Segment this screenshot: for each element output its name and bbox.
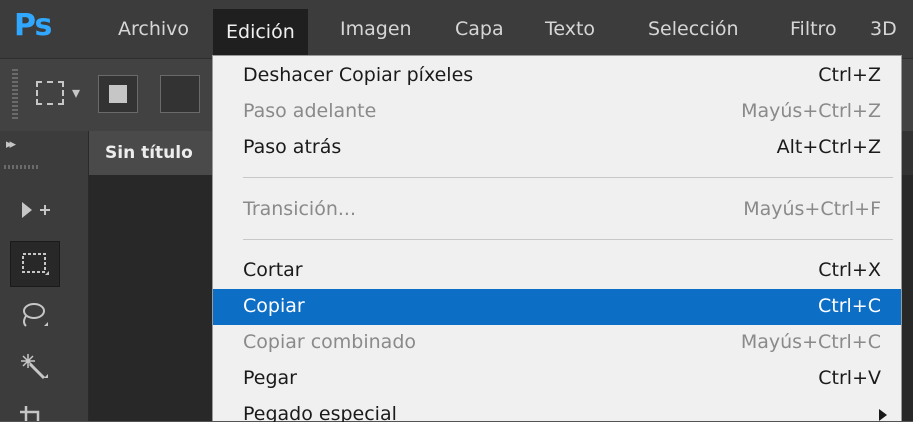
tools-panel: ▸▸ [0, 131, 89, 421]
marquee-tool-icon[interactable] [10, 241, 60, 287]
menu-item-shortcut: Alt+Ctrl+Z [776, 136, 881, 158]
menu-imagen[interactable]: Imagen [340, 18, 412, 40]
new-selection-button[interactable] [98, 75, 138, 113]
menu-item-copiar-combinado[interactable]: Copiar combinado Mayús+Ctrl+C [213, 325, 901, 361]
menu-texto[interactable]: Texto [545, 18, 595, 40]
chevron-down-icon[interactable]: ▾ [72, 83, 80, 102]
panel-grip[interactable] [4, 165, 40, 169]
menu-item-label: Transición... [243, 198, 356, 220]
menu-item-paso-atras[interactable]: Paso atrás Alt+Ctrl+Z [213, 130, 901, 166]
lasso-tool-icon[interactable] [10, 293, 60, 339]
menu-item-label: Paso adelante [243, 100, 377, 122]
add-selection-button[interactable] [160, 75, 200, 113]
magic-wand-tool-icon[interactable] [10, 345, 60, 391]
menu-item-copiar[interactable]: Copiar Ctrl+C [213, 289, 901, 325]
menu-filtro[interactable]: Filtro [790, 18, 837, 40]
collapse-panel-icon[interactable]: ▸▸ [6, 137, 16, 152]
menu-item-label: Pegado especial [243, 403, 397, 422]
menu-3d[interactable]: 3D [870, 18, 897, 40]
menu-item-paso-adelante[interactable]: Paso adelante Mayús+Ctrl+Z [213, 94, 901, 130]
menu-item-shortcut: Mayús+Ctrl+Z [741, 100, 881, 122]
menu-item-label: Cortar [243, 259, 303, 281]
menu-item-pegado-especial[interactable]: Pegado especial [213, 397, 901, 422]
menu-item-shortcut: Ctrl+C [818, 295, 881, 317]
menu-item-cortar[interactable]: Cortar Ctrl+X [213, 253, 901, 289]
edit-menu-dropdown: Deshacer Copiar píxeles Ctrl+Z Paso adel… [212, 55, 902, 422]
menu-item-label: Paso atrás [243, 136, 342, 158]
document-tab[interactable]: Sin título [89, 131, 219, 175]
menu-item-shortcut: Ctrl+Z [818, 64, 881, 86]
menu-item-label: Copiar combinado [243, 331, 417, 353]
menu-item-label: Pegar [243, 367, 297, 389]
menu-item-label: Copiar [243, 295, 305, 317]
submenu-arrow-icon [879, 409, 887, 421]
options-bar-grip[interactable] [12, 69, 18, 121]
menu-separator [243, 177, 893, 178]
menu-archivo[interactable]: Archivo [118, 18, 189, 40]
menu-capa[interactable]: Capa [455, 18, 504, 40]
menu-item-pegar[interactable]: Pegar Ctrl+V [213, 361, 901, 397]
crop-tool-icon[interactable] [10, 397, 60, 421]
menu-edicion[interactable]: Edición [213, 9, 308, 55]
menu-item-shortcut: Ctrl+V [818, 367, 881, 389]
menu-seleccion[interactable]: Selección [648, 18, 739, 40]
menu-separator [243, 239, 893, 240]
menu-item-shortcut: Mayús+Ctrl+C [740, 331, 881, 353]
tool-preset-marquee-icon[interactable] [36, 81, 64, 105]
menubar: Ps Archivo Edición Imagen Capa Texto Sel… [0, 0, 913, 58]
menu-item-label: Deshacer Copiar píxeles [243, 64, 474, 86]
move-tool-icon[interactable] [10, 189, 60, 235]
menu-item-deshacer[interactable]: Deshacer Copiar píxeles Ctrl+Z [213, 58, 901, 94]
menu-item-shortcut: Ctrl+X [818, 259, 881, 281]
menu-item-shortcut: Mayús+Ctrl+F [743, 198, 881, 220]
menu-item-transicion[interactable]: Transición... Mayús+Ctrl+F [213, 192, 901, 228]
photoshop-logo: Ps [14, 8, 52, 43]
